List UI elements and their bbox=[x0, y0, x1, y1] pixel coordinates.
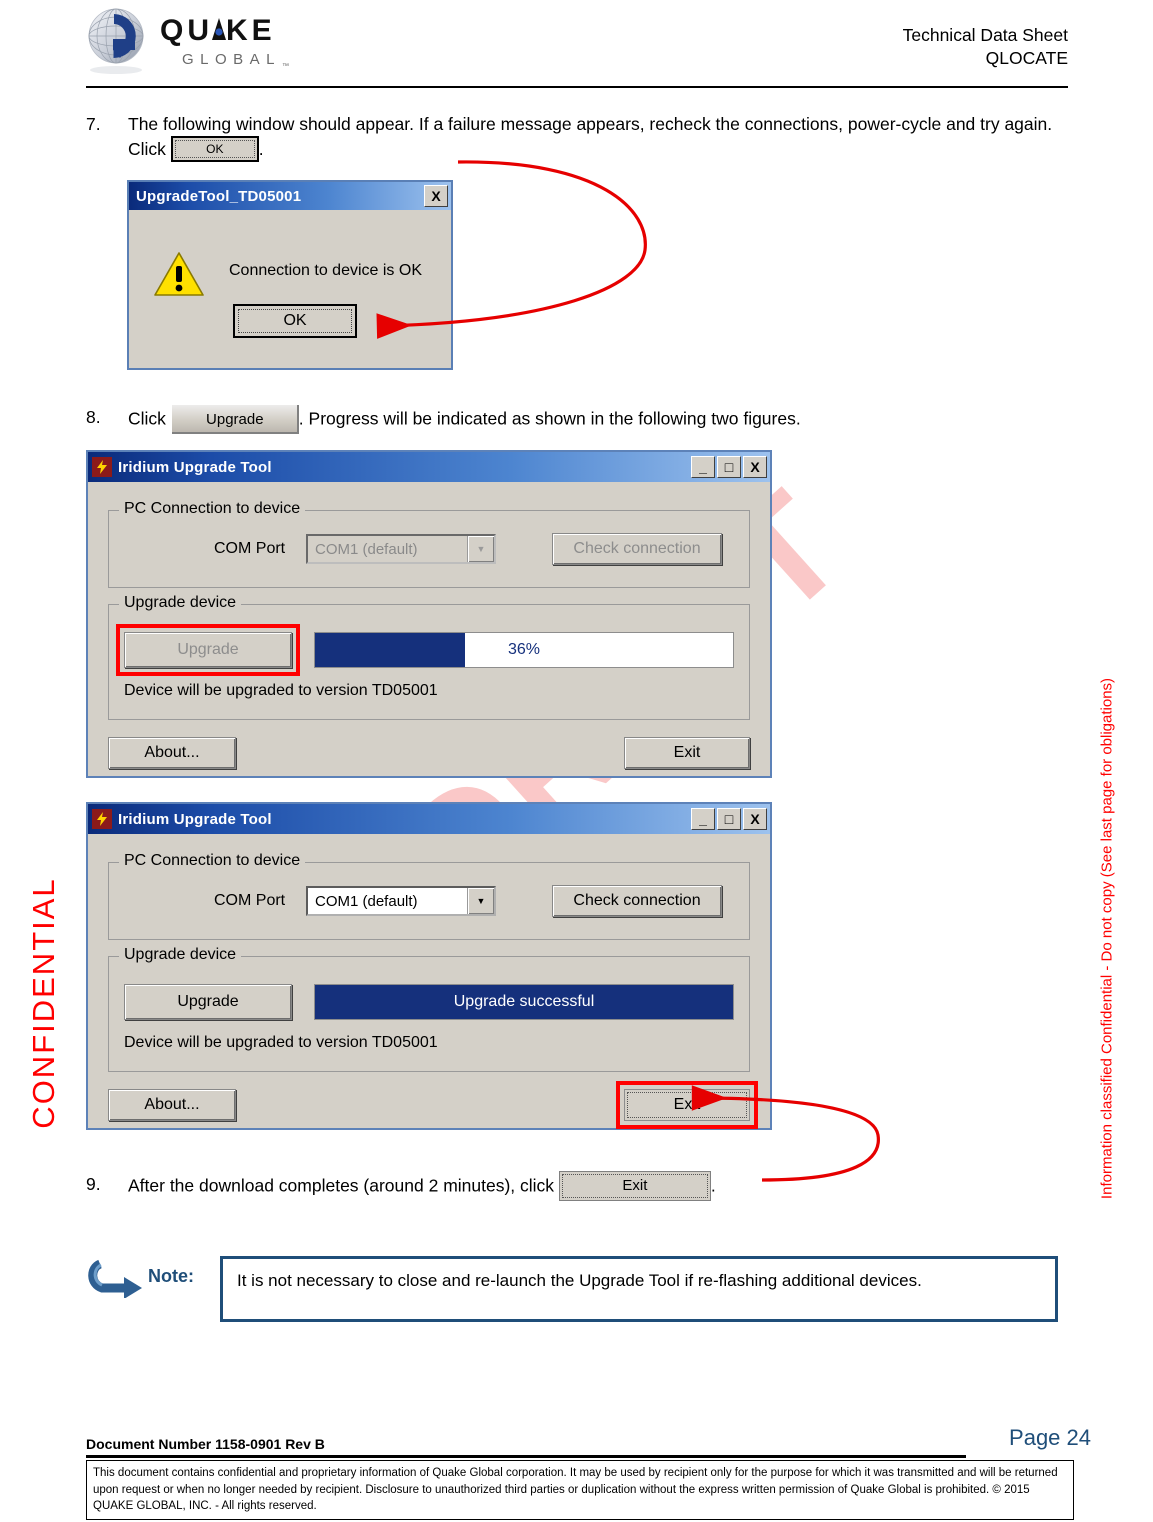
iridium-progress-titlebar[interactable]: Iridium Upgrade Tool _ □ X bbox=[88, 452, 770, 482]
exit-button-label-progress: Exit bbox=[673, 744, 701, 761]
curved-arrow-icon bbox=[88, 1258, 144, 1299]
confidential-sidebar-right: Information classified Confidential - Do… bbox=[1098, 677, 1116, 1200]
chevron-down-icon[interactable]: ▼ bbox=[467, 536, 494, 562]
lightning-bolt-icon bbox=[92, 457, 112, 477]
upgrade-progress-text: 36% bbox=[507, 641, 541, 658]
svg-text:KE: KE bbox=[226, 14, 276, 47]
check-connection-button-label-progress: Check connection bbox=[573, 540, 701, 557]
upgrade-button-label-progress: Upgrade bbox=[177, 641, 239, 658]
step-9: 9. After the download completes (around … bbox=[86, 1171, 1076, 1202]
chevron-down-icon[interactable]: ▼ bbox=[467, 888, 494, 914]
iridium-progress-title: Iridium Upgrade Tool bbox=[118, 458, 272, 476]
check-connection-button-progress[interactable]: Check connection bbox=[552, 533, 722, 565]
svg-text:GLOBAL: GLOBAL bbox=[182, 51, 281, 68]
iridium-success-window-buttons[interactable]: _ □ X bbox=[691, 808, 767, 830]
step-8-text-after: . Progress will be indicated as shown in… bbox=[298, 408, 801, 429]
page-number: Page 24 bbox=[1009, 1425, 1091, 1450]
upgrade-progress-text-success: Upgrade successful bbox=[453, 993, 595, 1010]
callout-arrow-ok bbox=[376, 160, 647, 339]
step-7-number: 7. bbox=[86, 114, 101, 134]
close-icon[interactable]: X bbox=[743, 808, 767, 830]
inline-ok-button[interactable]: OK bbox=[170, 136, 259, 163]
upgrade-button-success[interactable]: Upgrade bbox=[124, 984, 292, 1020]
com-port-value-progress: COM1 (default) bbox=[315, 540, 418, 558]
iridium-success-titlebar[interactable]: Iridium Upgrade Tool _ □ X bbox=[88, 804, 770, 834]
inline-upgrade-button-label: Upgrade bbox=[206, 411, 264, 428]
step-8-text: Click Upgrade . Progress will be indicat… bbox=[128, 404, 1076, 435]
close-icon[interactable]: X bbox=[743, 456, 767, 478]
upgrade-progress-bar-success: Upgrade successful bbox=[314, 984, 734, 1020]
warning-triangle-icon bbox=[153, 250, 205, 298]
callout-arrow-exit bbox=[691, 1085, 880, 1182]
maximize-icon[interactable]: □ bbox=[717, 808, 741, 830]
minimize-icon[interactable]: _ bbox=[691, 456, 715, 478]
step-8: 8. Click Upgrade . Progress will be indi… bbox=[86, 404, 1076, 435]
iridium-upgrade-tool-window-progress[interactable]: Iridium Upgrade Tool _ □ X PC Connection… bbox=[86, 450, 772, 778]
com-port-label-progress: COM Port bbox=[214, 540, 286, 557]
com-port-select-progress[interactable]: COM1 (default) ▼ bbox=[306, 534, 496, 564]
quake-global-logo: QU KE GLOBAL ™ bbox=[86, 6, 346, 82]
inline-ok-button-label: OK bbox=[174, 140, 255, 159]
step-9-number: 9. bbox=[86, 1174, 101, 1194]
step-9-text: After the download completes (around 2 m… bbox=[128, 1171, 1076, 1202]
logo-svg: QU KE GLOBAL ™ bbox=[88, 8, 289, 74]
upgrade-progress-bar: 36% bbox=[314, 632, 734, 668]
upgrade-device-group-label: Upgrade device bbox=[119, 594, 242, 612]
maximize-icon[interactable]: □ bbox=[717, 456, 741, 478]
svg-text:™: ™ bbox=[282, 63, 289, 70]
step-8-number: 8. bbox=[86, 407, 101, 427]
step-7-text-after: . bbox=[258, 138, 264, 159]
minimize-icon[interactable]: _ bbox=[691, 808, 715, 830]
note-label: Note: bbox=[148, 1266, 194, 1286]
header-divider bbox=[86, 86, 1068, 88]
svg-text:QU: QU bbox=[160, 14, 213, 47]
check-connection-button-label-success: Check connection bbox=[573, 892, 701, 909]
page-header: QU KE GLOBAL ™ Technical Data Sheet QLOC… bbox=[86, 4, 1068, 88]
about-button-progress[interactable]: About... bbox=[108, 737, 236, 769]
about-button-label-progress: About... bbox=[144, 744, 200, 761]
com-port-label-success: COM Port bbox=[214, 892, 286, 909]
confidential-sidebar-left: CONFIDENTIAL bbox=[26, 877, 61, 1129]
product-name: QLOCATE bbox=[985, 48, 1068, 69]
upgrade-status-text-success: Device will be upgraded to version TD050… bbox=[124, 1034, 438, 1051]
note-callout: Note: It is not necessary to close and r… bbox=[88, 1256, 1068, 1326]
pc-connection-group-label-success: PC Connection to device bbox=[119, 852, 306, 870]
step-9-text-before: After the download completes (around 2 m… bbox=[128, 1175, 555, 1196]
upgrade-status-text-progress: Device will be upgraded to version TD050… bbox=[124, 682, 438, 699]
document-number: Document Number 1158-0901 Rev B bbox=[86, 1436, 325, 1452]
com-port-value-success: COM1 (default) bbox=[315, 892, 418, 910]
pc-connection-group-label: PC Connection to device bbox=[119, 500, 306, 518]
lightning-bolt-icon bbox=[92, 809, 112, 829]
iridium-progress-window-buttons[interactable]: _ □ X bbox=[691, 456, 767, 478]
dialog-ok-button-label: OK bbox=[238, 309, 352, 333]
header-title-block: Technical Data Sheet QLOCATE bbox=[903, 24, 1068, 70]
note-text-box: It is not necessary to close and re-laun… bbox=[220, 1256, 1058, 1322]
legal-notice: This document contains confidential and … bbox=[86, 1460, 1074, 1521]
exit-button-progress[interactable]: Exit bbox=[624, 737, 750, 769]
check-connection-button-success[interactable]: Check connection bbox=[552, 885, 722, 917]
inline-upgrade-button[interactable]: Upgrade bbox=[170, 404, 299, 434]
doc-type: Technical Data Sheet bbox=[902, 25, 1068, 45]
upgrade-button-progress[interactable]: Upgrade bbox=[124, 632, 292, 668]
footer-divider bbox=[86, 1455, 966, 1458]
upgrade-button-label-success: Upgrade bbox=[177, 993, 239, 1010]
iridium-success-title: Iridium Upgrade Tool bbox=[118, 810, 272, 828]
about-button-label-success: About... bbox=[144, 1096, 200, 1113]
dialog-ok-button[interactable]: OK bbox=[233, 304, 357, 338]
com-port-select-success[interactable]: COM1 (default) ▼ bbox=[306, 886, 496, 916]
upgrade-device-group-label-success: Upgrade device bbox=[119, 946, 242, 964]
step-8-text-before: Click bbox=[128, 408, 166, 429]
about-button-success[interactable]: About... bbox=[108, 1089, 236, 1121]
